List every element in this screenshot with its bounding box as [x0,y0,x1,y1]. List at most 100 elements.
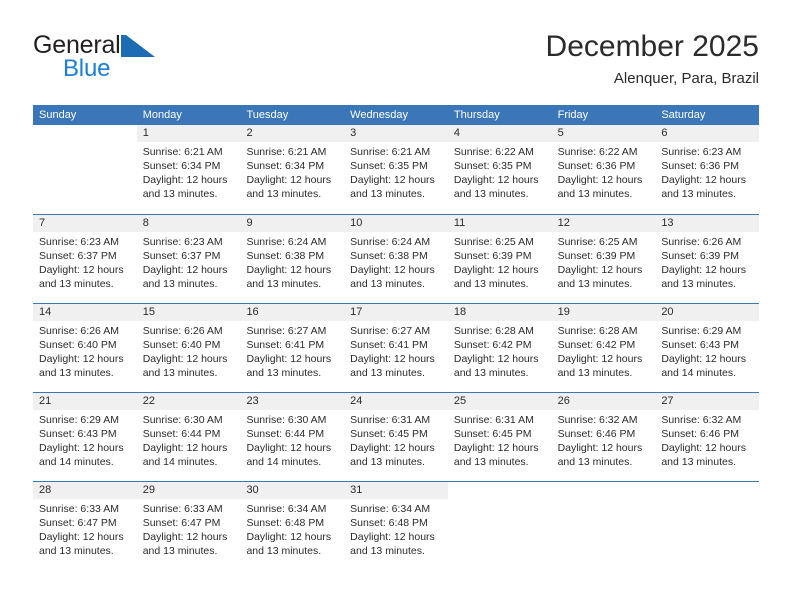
daylight-text-line1: Daylight: 12 hours [39,353,124,365]
calendar-page: General Blue December 2025 Alenquer, Par… [0,0,792,612]
sunrise-text: Sunrise: 6:25 AM [453,236,534,248]
daylight-text-line2: and 13 minutes. [246,367,322,379]
day-cell[interactable]: 10 Sunrise: 6:24 AM Sunset: 6:38 PM Dayl… [344,215,448,303]
day-cell[interactable]: 24 Sunrise: 6:31 AM Sunset: 6:45 PM Dayl… [344,393,448,481]
daylight-text-line2: and 13 minutes. [661,188,737,200]
day-details: Sunrise: 6:27 AM Sunset: 6:41 PM Dayligh… [344,321,448,380]
sunset-text: Sunset: 6:48 PM [246,517,325,529]
daylight-text-line2: and 13 minutes. [350,367,425,379]
weekday-header-monday: Monday [142,109,182,121]
day-number: 18 [447,304,552,321]
day-cell [655,482,759,570]
day-number: 2 [240,125,345,142]
day-cell[interactable]: 16 Sunrise: 6:27 AM Sunset: 6:41 PM Dayl… [240,304,345,392]
day-number [655,482,759,499]
day-cell[interactable]: 12 Sunrise: 6:25 AM Sunset: 6:39 PM Dayl… [551,215,656,303]
day-details: Sunrise: 6:25 AM Sunset: 6:39 PM Dayligh… [448,232,552,291]
day-cell[interactable]: 1 Sunrise: 6:21 AM Sunset: 6:34 PM Dayli… [136,125,241,214]
sunset-text: Sunset: 6:43 PM [661,339,739,351]
triangle-logo-icon [120,35,155,57]
daylight-text-line1: Daylight: 12 hours [453,264,539,276]
daylight-text-line2: and 13 minutes. [453,456,529,468]
brand-logo[interactable]: General Blue [33,30,223,88]
sunrise-text: Sunrise: 6:21 AM [142,146,223,158]
day-cell[interactable]: 8 Sunrise: 6:23 AM Sunset: 6:37 PM Dayli… [136,215,241,303]
day-details: Sunrise: 6:21 AM Sunset: 6:34 PM Dayligh… [137,142,241,201]
day-details: Sunrise: 6:30 AM Sunset: 6:44 PM Dayligh… [240,410,344,469]
daylight-text-line2: and 13 minutes. [350,278,425,290]
day-cell[interactable]: 2 Sunrise: 6:21 AM Sunset: 6:34 PM Dayli… [240,125,345,214]
day-cell[interactable]: 6 Sunrise: 6:23 AM Sunset: 6:36 PM Dayli… [655,125,760,214]
day-cell[interactable]: 29 Sunrise: 6:33 AM Sunset: 6:47 PM Dayl… [136,482,241,570]
day-cell [552,482,656,570]
day-number: 7 [33,215,137,232]
day-cell[interactable]: 19 Sunrise: 6:28 AM Sunset: 6:42 PM Dayl… [551,304,656,392]
day-cell[interactable]: 9 Sunrise: 6:24 AM Sunset: 6:38 PM Dayli… [240,215,345,303]
day-number: 15 [136,304,241,321]
daylight-text-line1: Daylight: 12 hours [246,442,332,454]
day-cell[interactable]: 31 Sunrise: 6:34 AM Sunset: 6:48 PM Dayl… [344,482,448,570]
day-details: Sunrise: 6:34 AM Sunset: 6:48 PM Dayligh… [344,499,448,558]
day-cell[interactable]: 11 Sunrise: 6:25 AM Sunset: 6:39 PM Dayl… [447,215,552,303]
day-number: 11 [447,215,552,232]
daylight-text-line1: Daylight: 12 hours [246,174,332,186]
day-cell[interactable]: 18 Sunrise: 6:28 AM Sunset: 6:42 PM Dayl… [447,304,552,392]
sunrise-text: Sunrise: 6:33 AM [142,503,223,515]
day-details: Sunrise: 6:23 AM Sunset: 6:37 PM Dayligh… [137,232,241,291]
day-cell[interactable]: 21 Sunrise: 6:29 AM Sunset: 6:43 PM Dayl… [33,393,137,481]
day-cell[interactable]: 14 Sunrise: 6:26 AM Sunset: 6:40 PM Dayl… [33,304,137,392]
day-cell[interactable]: 20 Sunrise: 6:29 AM Sunset: 6:43 PM Dayl… [655,304,760,392]
sunset-text: Sunset: 6:42 PM [453,339,532,351]
day-details: Sunrise: 6:21 AM Sunset: 6:35 PM Dayligh… [344,142,448,201]
day-details: Sunrise: 6:26 AM Sunset: 6:40 PM Dayligh… [33,321,137,380]
day-details [33,142,137,145]
day-cell[interactable]: 26 Sunrise: 6:32 AM Sunset: 6:46 PM Dayl… [551,393,656,481]
daylight-text-line2: and 13 minutes. [453,278,529,290]
daylight-text-line2: and 13 minutes. [39,545,114,557]
day-cell[interactable]: 28 Sunrise: 6:33 AM Sunset: 6:47 PM Dayl… [33,482,137,570]
day-details: Sunrise: 6:32 AM Sunset: 6:46 PM Dayligh… [552,410,656,469]
calendar-week-row: 1 Sunrise: 6:21 AM Sunset: 6:34 PM Dayli… [33,125,760,214]
day-details: Sunrise: 6:33 AM Sunset: 6:47 PM Dayligh… [33,499,137,558]
day-cell[interactable]: 15 Sunrise: 6:26 AM Sunset: 6:40 PM Dayl… [136,304,241,392]
weekday-header-tuesday: Tuesday [246,109,289,121]
calendar-grid: Sunday Monday Tuesday Wednesday Thursday… [33,105,760,570]
day-details: Sunrise: 6:26 AM Sunset: 6:40 PM Dayligh… [137,321,241,380]
day-cell[interactable]: 4 Sunrise: 6:22 AM Sunset: 6:35 PM Dayli… [447,125,552,214]
sunset-text: Sunset: 6:40 PM [142,339,221,351]
day-number: 20 [655,304,760,321]
sunrise-text: Sunrise: 6:27 AM [246,325,327,337]
sunrise-text: Sunrise: 6:30 AM [246,414,327,426]
day-cell[interactable]: 3 Sunrise: 6:21 AM Sunset: 6:35 PM Dayli… [344,125,448,214]
day-cell[interactable]: 13 Sunrise: 6:26 AM Sunset: 6:39 PM Dayl… [655,215,760,303]
day-cell[interactable]: 17 Sunrise: 6:27 AM Sunset: 6:41 PM Dayl… [344,304,448,392]
daylight-text-line1: Daylight: 12 hours [453,174,539,186]
day-cell[interactable]: 7 Sunrise: 6:23 AM Sunset: 6:37 PM Dayli… [33,215,137,303]
day-details: Sunrise: 6:23 AM Sunset: 6:37 PM Dayligh… [33,232,137,291]
day-cell[interactable]: 30 Sunrise: 6:34 AM Sunset: 6:48 PM Dayl… [240,482,345,570]
day-cell[interactable]: 5 Sunrise: 6:22 AM Sunset: 6:36 PM Dayli… [551,125,656,214]
sunrise-text: Sunrise: 6:22 AM [557,146,638,158]
day-cell[interactable]: 25 Sunrise: 6:31 AM Sunset: 6:45 PM Dayl… [447,393,552,481]
daylight-text-line1: Daylight: 12 hours [246,353,332,365]
day-cell[interactable]: 22 Sunrise: 6:30 AM Sunset: 6:44 PM Dayl… [136,393,241,481]
sunrise-text: Sunrise: 6:23 AM [39,236,119,248]
day-details: Sunrise: 6:33 AM Sunset: 6:47 PM Dayligh… [137,499,241,558]
day-cell[interactable]: 23 Sunrise: 6:30 AM Sunset: 6:44 PM Dayl… [240,393,345,481]
day-number: 23 [240,393,345,410]
daylight-text-line2: and 13 minutes. [246,188,322,200]
daylight-text-line1: Daylight: 12 hours [453,353,539,365]
weekday-header-friday: Friday [557,109,589,121]
day-number: 14 [33,304,137,321]
day-number: 27 [655,393,760,410]
day-cell[interactable]: 27 Sunrise: 6:32 AM Sunset: 6:46 PM Dayl… [655,393,760,481]
day-number: 29 [136,482,241,499]
day-number: 17 [344,304,448,321]
weekday-header-wednesday: Wednesday [350,109,409,121]
day-number: 25 [447,393,552,410]
sunset-text: Sunset: 6:42 PM [557,339,636,351]
daylight-text-line2: and 13 minutes. [246,278,322,290]
sunset-text: Sunset: 6:45 PM [350,428,428,440]
daylight-text-line1: Daylight: 12 hours [246,531,332,543]
sunrise-text: Sunrise: 6:33 AM [39,503,119,515]
